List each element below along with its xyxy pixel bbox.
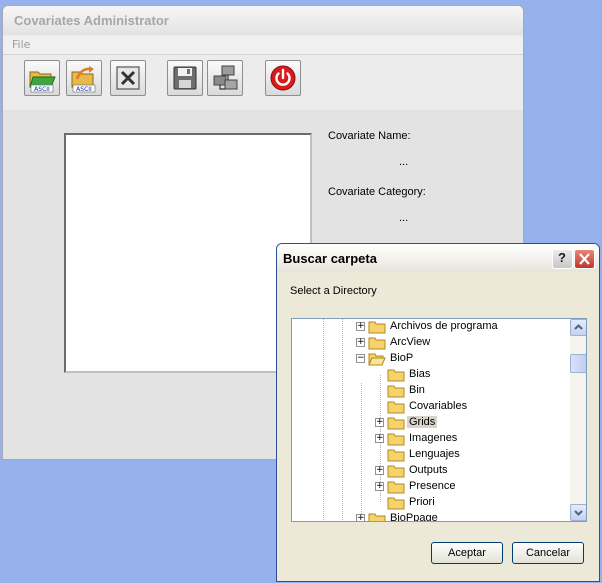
tree-item-label: Archivos de programa: [390, 320, 498, 332]
folder-import-ascii-icon: ASCII: [71, 66, 96, 93]
tree-item-label: Outputs: [409, 464, 448, 476]
tree-item-archivos-de-programa[interactable]: + Archivos de programa: [356, 319, 566, 335]
toolbar: ASCII ASCII: [3, 55, 523, 111]
tree-item-bin[interactable]: Bin: [375, 383, 565, 399]
delete-x-icon: [116, 66, 140, 90]
chevron-up-icon: [574, 324, 583, 330]
folder-open-icon: [368, 353, 386, 366]
folder-icon: [387, 369, 405, 382]
network-computers-icon: [213, 65, 238, 90]
tree-item-presence[interactable]: + Presence: [375, 479, 565, 495]
ascii-icon-label-1: ASCII: [34, 86, 50, 93]
covariate-category-label: Covariate Category:: [328, 186, 426, 198]
expand-icon[interactable]: +: [375, 418, 384, 427]
covariates-list[interactable]: [64, 133, 312, 373]
tree-item-label: Imagenes: [409, 432, 458, 444]
ok-button[interactable]: Aceptar: [431, 542, 503, 564]
scroll-down-button[interactable]: [570, 504, 586, 521]
network-button[interactable]: [207, 60, 243, 96]
menu-bar: File: [3, 36, 523, 55]
tree-item-imagenes[interactable]: + Imagenes: [375, 431, 565, 447]
folder-tree[interactable]: + Archivos de programa + ArcView − BioP …: [291, 318, 587, 522]
folder-icon: [387, 417, 405, 430]
close-button[interactable]: [574, 249, 595, 269]
tree-item-bioppage[interactable]: + BioPpage: [356, 511, 566, 522]
covariate-name-label: Covariate Name:: [328, 130, 411, 142]
expand-icon[interactable]: +: [356, 514, 365, 521]
tree-item-bias[interactable]: Bias: [375, 367, 565, 383]
folder-icon: [387, 465, 405, 478]
expand-icon[interactable]: +: [356, 322, 365, 331]
tree-item-arcview[interactable]: + ArcView: [356, 335, 566, 351]
folder-icon: [368, 337, 386, 350]
vertical-scrollbar[interactable]: [570, 319, 586, 521]
import-ascii-button-2[interactable]: ASCII: [66, 60, 102, 96]
tree-item-label: Grids: [407, 416, 438, 428]
power-icon: [270, 65, 296, 91]
tree-item-grids[interactable]: + Grids: [375, 415, 565, 431]
tree-item-lenguajes[interactable]: Lenguajes: [375, 447, 565, 463]
tree-item-label: Lenguajes: [409, 448, 460, 460]
chevron-down-icon: [574, 510, 583, 516]
folder-icon: [387, 497, 405, 510]
ascii-icon-label-2: ASCII: [76, 86, 92, 93]
covariate-category-value: ...: [399, 212, 409, 224]
collapse-icon[interactable]: −: [356, 354, 365, 363]
folder-icon: [387, 449, 405, 462]
tree-item-biop[interactable]: − BioP: [356, 351, 566, 367]
tree-item-label: Covariables: [409, 400, 468, 412]
close-icon: [579, 253, 590, 265]
browse-folder-dialog: Buscar carpeta ? Select a Directory + Ar…: [276, 243, 600, 582]
scroll-thumb[interactable]: [570, 354, 586, 373]
tree-item-priori[interactable]: Priori: [375, 495, 565, 511]
window-title: Covariates Administrator: [3, 6, 523, 35]
import-ascii-button-1[interactable]: ASCII: [24, 60, 60, 96]
expand-icon[interactable]: +: [375, 466, 384, 475]
tree-item-label: Presence: [409, 480, 456, 492]
power-button[interactable]: [265, 60, 301, 96]
tree-item-label: ArcView: [390, 336, 431, 348]
menu-file[interactable]: File: [12, 38, 30, 51]
save-button[interactable]: [167, 60, 203, 96]
expand-icon[interactable]: +: [375, 482, 384, 491]
floppy-disk-icon: [173, 66, 197, 90]
dialog-title: Buscar carpeta: [277, 244, 599, 272]
cancel-button[interactable]: Cancelar: [512, 542, 584, 564]
tree-item-outputs[interactable]: + Outputs: [375, 463, 565, 479]
folder-icon: [368, 513, 386, 521]
help-button[interactable]: ?: [552, 249, 573, 269]
folder-icon: [387, 401, 405, 414]
folder-icon: [387, 481, 405, 494]
expand-icon[interactable]: +: [356, 338, 365, 347]
dialog-prompt: Select a Directory: [290, 285, 377, 297]
help-icon: ?: [558, 250, 566, 265]
tree-item-label: BioPpage: [390, 512, 438, 522]
tree-item-label: Priori: [409, 496, 435, 508]
expand-icon[interactable]: +: [375, 434, 384, 443]
folder-icon: [387, 433, 405, 446]
folder-icon: [368, 321, 386, 334]
tree-item-label: BioP: [390, 352, 414, 364]
folder-icon: [387, 385, 405, 398]
tree-item-label: Bin: [409, 384, 425, 396]
delete-button[interactable]: [110, 60, 146, 96]
covariate-name-value: ...: [399, 156, 409, 168]
scroll-up-button[interactable]: [570, 319, 586, 336]
tree-item-label: Bias: [409, 368, 431, 380]
folder-open-ascii-icon: ASCII: [29, 71, 56, 93]
tree-item-covariables[interactable]: Covariables: [375, 399, 565, 415]
